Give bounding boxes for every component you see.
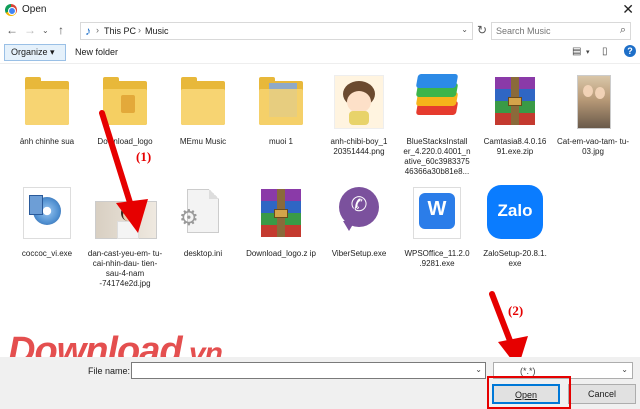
file-name: desktop.ini (183, 249, 223, 258)
file-item[interactable]: coccoc_vi.exe (8, 183, 86, 259)
chrome-icon (5, 4, 17, 16)
window-title: Open (22, 4, 47, 15)
breadcrumb-separator-icon[interactable]: › (96, 25, 99, 35)
annotation-highlight-box (487, 376, 571, 409)
title-bar: Open ✕ (0, 0, 640, 20)
file-name: ảnh chinhe sua (19, 137, 75, 146)
annotation-arrow-1 (99, 110, 148, 233)
settings-file-icon: ⚙ (173, 183, 233, 245)
folder-icon (173, 71, 233, 133)
file-name: MEmu Music (179, 137, 227, 146)
new-folder-button[interactable]: New folder (75, 47, 118, 57)
file-name: muoi 1 (268, 137, 293, 146)
search-icon[interactable]: ⌕ (620, 24, 626, 37)
file-item[interactable]: W WPSOffice_11.2.0 .9281.exe (398, 183, 476, 269)
file-item[interactable]: Download_logo.z ip (242, 183, 320, 259)
help-icon[interactable]: ? (624, 45, 636, 57)
file-item[interactable]: Zalo ZaloSetup-20.8.1. exe (476, 183, 554, 269)
file-name: dan-cast-yeu-em- tu-cai-nhin-dau- tien-s… (87, 249, 163, 288)
file-name: Cat-em-vao-tam- tu-03.jpg (556, 137, 629, 156)
chevron-down-icon[interactable]: ⌄ (461, 25, 468, 34)
breadcrumb-music[interactable]: Music (145, 26, 169, 36)
back-arrow-icon[interactable]: ← (6, 23, 18, 37)
file-name: Camtasia8.4.0.16 91.exe.zip (483, 137, 547, 156)
image-thumbnail (329, 71, 389, 133)
forward-arrow-icon[interactable]: → (24, 23, 36, 37)
file-item[interactable]: anh-chibi-boy_1 20351444.png (320, 71, 398, 157)
file-name-input[interactable]: ⌄ (131, 362, 486, 379)
file-name-label: File name: (88, 366, 131, 376)
file-name: WPSOffice_11.2.0 .9281.exe (404, 249, 470, 268)
breadcrumb-separator-icon[interactable]: › (138, 25, 141, 35)
preview-pane-icon[interactable]: ▯ (602, 46, 608, 57)
close-icon[interactable]: ✕ (622, 1, 634, 18)
chevron-down-icon[interactable]: ⌄ (621, 365, 628, 374)
file-item[interactable]: ✆ ViberSetup.exe (320, 183, 398, 259)
chevron-down-icon[interactable]: ⌄ (475, 365, 482, 374)
file-name: ViberSetup.exe (331, 249, 387, 258)
wps-office-icon: W (407, 183, 467, 245)
file-item[interactable]: muoi 1 (242, 71, 320, 147)
file-item[interactable]: Camtasia8.4.0.16 91.exe.zip (476, 71, 554, 157)
chevron-down-icon[interactable]: ▾ (586, 48, 590, 56)
archive-icon (251, 183, 311, 245)
file-item[interactable]: MEmu Music (164, 71, 242, 147)
bluestacks-icon (407, 71, 467, 133)
viber-icon: ✆ (329, 183, 389, 245)
file-name: BlueStacksInstall er_4.220.0.4001_n ativ… (403, 137, 471, 176)
coccoc-installer-icon (17, 183, 77, 245)
zalo-icon: Zalo (485, 183, 545, 245)
folder-icon (251, 71, 311, 133)
music-folder-icon: ♪ (85, 24, 91, 38)
recent-locations-icon[interactable]: ⌄ (42, 26, 49, 35)
organize-button[interactable]: Organize ▾ (4, 44, 66, 61)
archive-icon (485, 71, 545, 133)
file-item[interactable]: BlueStacksInstall er_4.220.0.4001_n ativ… (398, 71, 476, 177)
toolbar: Organize ▾ New folder ▤ ▾ ▯ ? (0, 42, 640, 64)
view-options-icon[interactable]: ▤ (572, 46, 581, 57)
file-name: Download_logo.z ip (246, 249, 316, 258)
image-thumbnail (563, 71, 623, 133)
address-bar[interactable]: ♪ › This PC › Music ⌄ (80, 22, 473, 40)
up-arrow-icon[interactable]: ↑ (58, 23, 64, 37)
search-input[interactable] (496, 24, 614, 38)
file-item[interactable]: Cat-em-vao-tam- tu-03.jpg (554, 71, 632, 157)
breadcrumb-this-pc[interactable]: This PC (104, 26, 136, 36)
search-box[interactable]: ⌕ (491, 22, 631, 40)
cancel-button[interactable]: Cancel (568, 384, 636, 404)
file-type-value: (*.*) (520, 366, 536, 376)
refresh-icon[interactable]: ↻ (477, 23, 487, 37)
file-item[interactable]: ⚙ desktop.ini (164, 183, 242, 259)
file-name: coccoc_vi.exe (21, 249, 73, 258)
file-list: ảnh chinhe sua Download_logo MEmu Music … (0, 65, 640, 368)
annotation-label-1: (1) (136, 149, 152, 164)
folder-icon (17, 71, 77, 133)
file-item[interactable]: ảnh chinhe sua (8, 71, 86, 147)
address-row: ← → ⌄ ↑ ♪ › This PC › Music ⌄ ↻ ⌕ (0, 20, 640, 42)
annotation-label-2: (2) (508, 303, 524, 318)
file-name: ZaloSetup-20.8.1. exe (483, 249, 547, 268)
file-name: anh-chibi-boy_1 20351444.png (330, 137, 388, 156)
